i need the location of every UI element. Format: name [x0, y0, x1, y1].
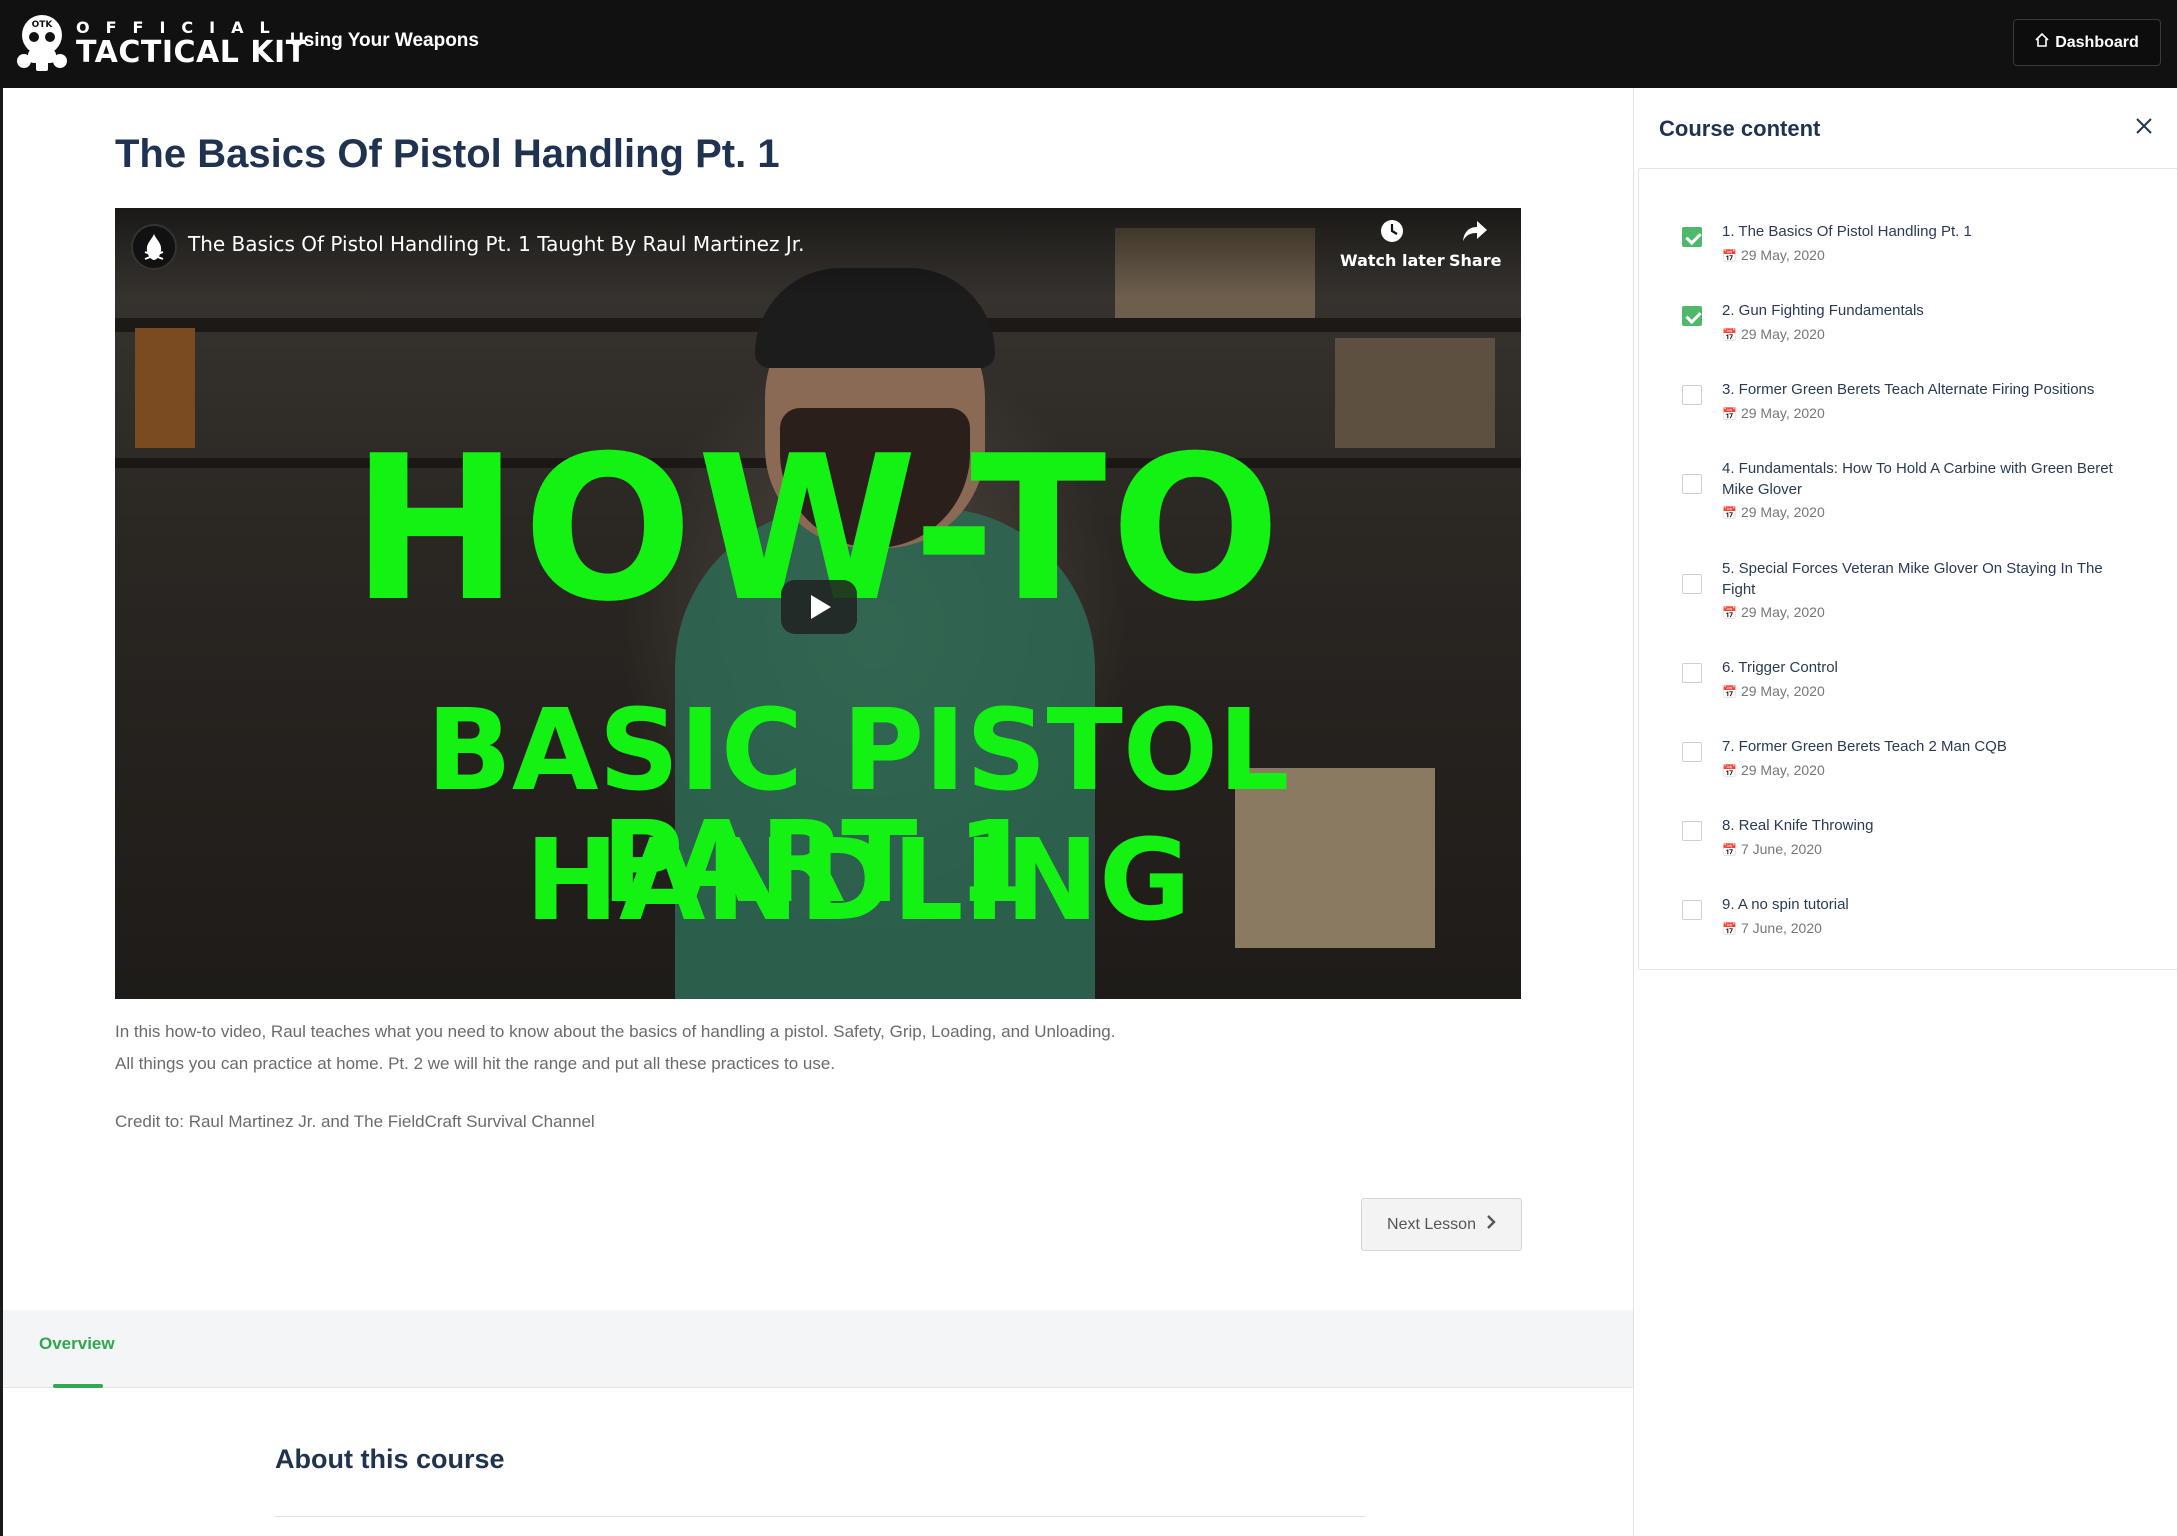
play-icon: [811, 595, 831, 619]
calendar-icon: 📅: [1722, 249, 1737, 263]
brand-wordmark: OFFICIAL TACTICAL KIT: [76, 19, 307, 69]
dashboard-label: Dashboard: [2055, 33, 2139, 51]
video-player[interactable]: HOW-TO BASIC PISTOL HANDLING PART 1 The …: [115, 208, 1521, 999]
lesson-item-label[interactable]: 4. Fundamentals: How To Hold A Carbine w…: [1722, 458, 2132, 500]
lesson-item-label[interactable]: 3. Former Green Berets Teach Alternate F…: [1722, 379, 2132, 400]
calendar-icon: 📅: [1722, 843, 1737, 857]
dashboard-button[interactable]: Dashboard: [2013, 19, 2161, 66]
tab-overview[interactable]: Overview: [39, 1334, 115, 1354]
lesson-item-date: 📅 29 May, 2020: [1722, 604, 1825, 620]
lesson-item[interactable]: 6. Trigger Control 📅 29 May, 2020: [1639, 635, 2177, 699]
lesson-item-date: 📅 7 June, 2020: [1722, 841, 1822, 857]
lesson-checkbox[interactable]: [1682, 821, 1702, 841]
share-button[interactable]: Share: [1449, 218, 1501, 270]
lesson-item-date: 📅 29 May, 2020: [1722, 504, 1825, 520]
lesson-item[interactable]: 2. Gun Fighting Fundamentals 📅 29 May, 20…: [1639, 278, 2177, 342]
calendar-icon: 📅: [1722, 606, 1737, 620]
lesson-item-label[interactable]: 5. Special Forces Veteran Mike Glover On…: [1722, 558, 2132, 600]
divider: [275, 1516, 1365, 1517]
lesson-item-date: 📅 29 May, 2020: [1722, 405, 1825, 421]
skull-logo-icon: OTK: [16, 13, 68, 75]
lesson-item[interactable]: 5. Special Forces Veteran Mike Glover On…: [1639, 536, 2177, 620]
close-icon[interactable]: [2129, 112, 2159, 142]
calendar-icon: 📅: [1722, 764, 1737, 778]
lesson-checkbox[interactable]: [1682, 900, 1702, 920]
clock-icon: [1340, 218, 1445, 251]
next-lesson-label: Next Lesson: [1387, 1215, 1476, 1233]
channel-avatar-icon[interactable]: [131, 224, 177, 270]
lesson-item-label[interactable]: 6. Trigger Control: [1722, 657, 2132, 678]
brand-main-text: TACTICAL KIT: [76, 35, 307, 70]
lesson-item-date: 📅 29 May, 2020: [1722, 326, 1825, 342]
lesson-item-label[interactable]: 1. The Basics Of Pistol Handling Pt. 1: [1722, 221, 2132, 242]
share-icon: [1449, 218, 1501, 251]
course-content-sidebar: Course content 1. The Basics Of Pistol H…: [1633, 88, 2177, 1536]
lesson-checkbox[interactable]: [1682, 306, 1702, 326]
lesson-item[interactable]: 9. A no spin tutorial 📅 7 June, 2020: [1639, 872, 2177, 936]
calendar-icon: 📅: [1722, 922, 1737, 936]
home-icon: [2035, 32, 2049, 52]
share-label: Share: [1449, 251, 1502, 270]
description-line-2: All things you can practice at home. Pt.…: [115, 1054, 836, 1073]
watch-later-label: Watch later: [1340, 251, 1445, 270]
course-name: Using Your Weapons: [290, 30, 479, 51]
lesson-checkbox[interactable]: [1682, 474, 1702, 494]
lesson-item-label[interactable]: 9. A no spin tutorial: [1722, 894, 2132, 915]
lesson-list: 1. The Basics Of Pistol Handling Pt. 1 📅…: [1638, 168, 2177, 970]
sidebar-title: Course content: [1659, 116, 1821, 141]
calendar-icon: 📅: [1722, 328, 1737, 342]
lesson-item[interactable]: 1. The Basics Of Pistol Handling Pt. 1 📅…: [1639, 199, 2177, 263]
lesson-credit: Credit to: Raul Martinez Jr. and The Fie…: [115, 1112, 595, 1131]
thumbnail-part: PART 1: [601, 798, 1035, 928]
logo-badge-text: OTK: [32, 20, 54, 30]
calendar-icon: 📅: [1722, 685, 1737, 699]
lesson-main: The Basics Of Pistol Handling Pt. 1 HOW-…: [0, 88, 1633, 1536]
lesson-checkbox[interactable]: [1682, 385, 1702, 405]
next-lesson-button[interactable]: Next Lesson: [1361, 1198, 1522, 1251]
lesson-item-label[interactable]: 2. Gun Fighting Fundamentals: [1722, 300, 2132, 321]
tab-bar: Overview: [3, 1310, 1633, 1388]
lesson-item-date: 📅 29 May, 2020: [1722, 247, 1825, 263]
top-navbar: OTK OFFICIAL TACTICAL KIT Using Your Wea…: [0, 0, 2177, 88]
lesson-description: In this how-to video, Raul teaches what …: [115, 1016, 1521, 1080]
lesson-item-label[interactable]: 8. Real Knife Throwing: [1722, 815, 2132, 836]
lesson-item[interactable]: 4. Fundamentals: How To Hold A Carbine w…: [1639, 436, 2177, 520]
lesson-checkbox[interactable]: [1682, 663, 1702, 683]
lesson-title: The Basics Of Pistol Handling Pt. 1: [115, 132, 780, 176]
play-button[interactable]: [781, 580, 857, 634]
watch-later-button[interactable]: Watch later: [1340, 218, 1445, 270]
lesson-item-date: 📅 29 May, 2020: [1722, 762, 1825, 778]
description-line-1: In this how-to video, Raul teaches what …: [115, 1022, 1116, 1041]
lesson-checkbox[interactable]: [1682, 227, 1702, 247]
lesson-item-label[interactable]: 7. Former Green Berets Teach 2 Man CQB: [1722, 736, 2132, 757]
video-title[interactable]: The Basics Of Pistol Handling Pt. 1 Taug…: [188, 232, 804, 256]
brand-logo[interactable]: OTK OFFICIAL TACTICAL KIT: [16, 12, 307, 76]
chevron-right-icon: [1486, 1214, 1496, 1235]
calendar-icon: 📅: [1722, 506, 1737, 520]
lesson-item-date: 📅 29 May, 2020: [1722, 683, 1825, 699]
tab-active-indicator: [53, 1384, 103, 1388]
lesson-item[interactable]: 7. Former Green Berets Teach 2 Man CQB 📅…: [1639, 714, 2177, 778]
calendar-icon: 📅: [1722, 407, 1737, 421]
lesson-item[interactable]: 8. Real Knife Throwing 📅 7 June, 2020: [1639, 793, 2177, 857]
lesson-item-date: 📅 7 June, 2020: [1722, 920, 1822, 936]
lesson-checkbox[interactable]: [1682, 742, 1702, 762]
about-course-title: About this course: [275, 1444, 505, 1474]
lesson-checkbox[interactable]: [1682, 574, 1702, 594]
lesson-item[interactable]: 3. Former Green Berets Teach Alternate F…: [1639, 357, 2177, 421]
